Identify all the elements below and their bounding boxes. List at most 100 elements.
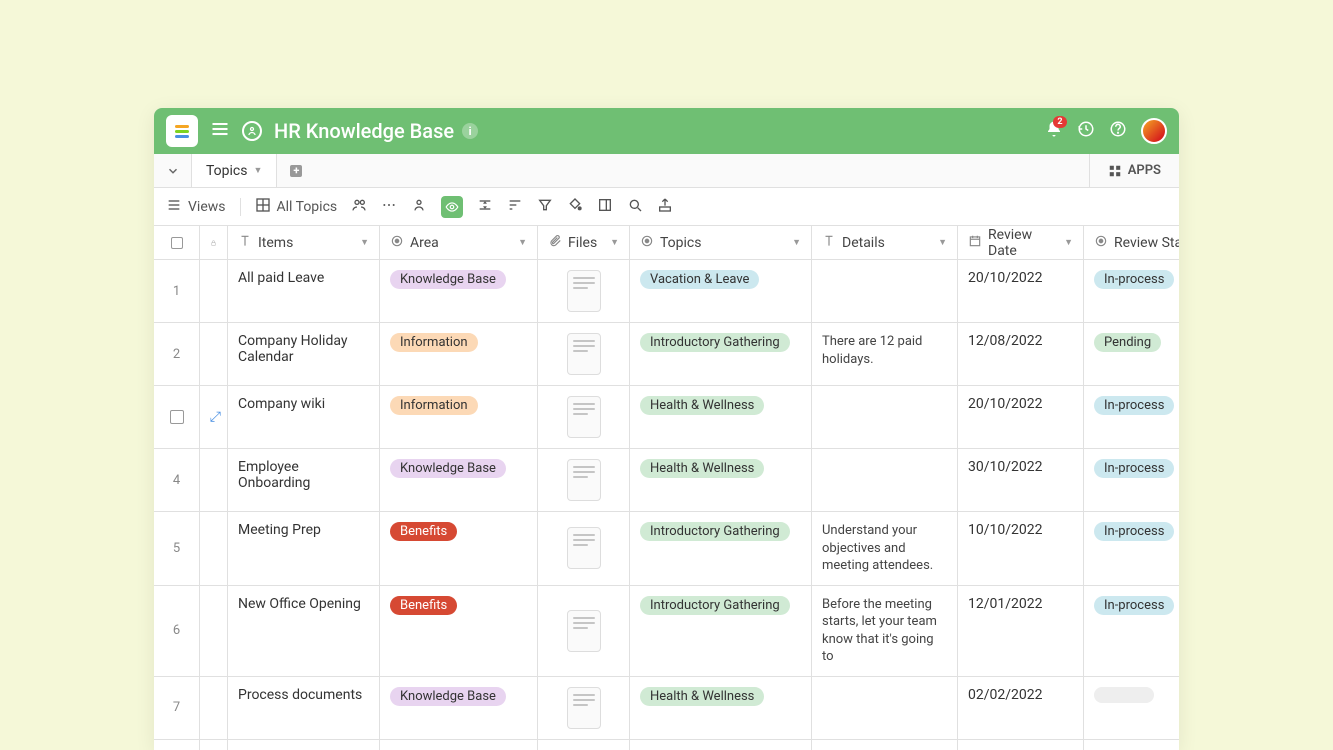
details-cell[interactable]: 30 % recruiting process from [812, 740, 958, 750]
date-cell[interactable]: 10/10/2022 [958, 512, 1084, 585]
col-files[interactable]: Files▼ [538, 226, 630, 259]
status-cell[interactable]: In-process [1084, 260, 1179, 322]
panel-icon[interactable] [597, 197, 613, 217]
apps-button[interactable]: APPS [1089, 154, 1179, 187]
item-cell[interactable]: Meeting Prep [228, 512, 380, 585]
table-row[interactable]: 6New Office OpeningBenefitsIntroductory … [154, 586, 1179, 677]
app-logo[interactable] [166, 115, 198, 147]
export-icon[interactable] [657, 197, 673, 217]
all-topics-view[interactable]: All Topics [255, 197, 338, 217]
status-cell[interactable] [1084, 677, 1179, 739]
filter-icon[interactable] [537, 197, 553, 217]
item-cell[interactable]: Company Holiday Calendar [228, 323, 380, 385]
files-cell[interactable] [538, 449, 630, 511]
col-topics[interactable]: Topics▼ [630, 226, 812, 259]
status-cell[interactable]: Requires App [1084, 740, 1179, 750]
area-cell[interactable]: Information [380, 323, 538, 385]
status-cell[interactable]: In-process [1084, 386, 1179, 448]
add-tab-button[interactable]: + [277, 154, 315, 187]
area-cell[interactable]: Benefits [380, 586, 538, 676]
item-cell[interactable]: Q1 hiring plan [228, 740, 380, 750]
files-cell[interactable] [538, 386, 630, 448]
table-row[interactable]: 8Q1 hiring planKnowledge BaseIntroductor… [154, 740, 1179, 750]
details-cell[interactable] [812, 677, 958, 739]
collaborators-icon[interactable] [411, 197, 427, 217]
details-cell[interactable] [812, 386, 958, 448]
notification-bell-icon[interactable]: 2 [1045, 120, 1063, 142]
row-checkbox[interactable] [170, 410, 184, 424]
status-cell[interactable]: Pending [1084, 323, 1179, 385]
date-cell[interactable]: 20/10/2022 [958, 386, 1084, 448]
item-cell[interactable]: All paid Leave [228, 260, 380, 322]
date-cell[interactable]: 20/10/2022 [958, 260, 1084, 322]
user-avatar[interactable] [1141, 118, 1167, 144]
topics-cell[interactable]: Health & Wellness [630, 677, 812, 739]
details-cell[interactable]: Understand your objectives and meeting a… [812, 512, 958, 585]
col-details[interactable]: Details▼ [812, 226, 958, 259]
table-row[interactable]: 1All paid LeaveKnowledge BaseVacation & … [154, 260, 1179, 323]
tab-topics[interactable]: Topics ▼ [192, 154, 277, 187]
details-cell[interactable]: Before the meeting starts, let your team… [812, 586, 958, 676]
status-cell[interactable]: In-process [1084, 449, 1179, 511]
share-users-icon[interactable] [351, 197, 367, 217]
details-cell[interactable]: There are 12 paid holidays. [812, 323, 958, 385]
status-cell[interactable]: In-process [1084, 512, 1179, 585]
topics-cell[interactable]: Vacation & Leave [630, 260, 812, 322]
files-cell[interactable] [538, 677, 630, 739]
table-row[interactable]: 7Process documentsKnowledge BaseHealth &… [154, 677, 1179, 740]
area-cell[interactable]: Information [380, 386, 538, 448]
row-height-icon[interactable] [477, 197, 493, 217]
date-cell[interactable]: 18/09/2019 [958, 740, 1084, 750]
area-cell[interactable]: Benefits [380, 512, 538, 585]
area-cell[interactable]: Knowledge Base [380, 449, 538, 511]
table-row[interactable]: 2Company Holiday CalendarInformationIntr… [154, 323, 1179, 386]
col-review-date[interactable]: Review Date▼ [958, 226, 1084, 259]
info-icon[interactable]: i [462, 123, 478, 139]
col-items[interactable]: Items▼ [228, 226, 380, 259]
topics-cell[interactable]: Health & Wellness [630, 449, 812, 511]
views-button[interactable]: Views [166, 197, 226, 217]
date-cell[interactable]: 12/08/2022 [958, 323, 1084, 385]
users-circle-icon[interactable] [242, 121, 262, 141]
col-area[interactable]: Area▼ [380, 226, 538, 259]
search-icon[interactable] [627, 197, 643, 217]
tabs-chevron-button[interactable] [154, 154, 192, 187]
help-icon[interactable] [1109, 120, 1127, 142]
topics-cell[interactable]: Introductory Gathering [630, 512, 812, 585]
topics-cell[interactable]: Introductory Gathering [630, 323, 812, 385]
visibility-toggle[interactable] [441, 196, 463, 218]
status-cell[interactable]: In-process [1084, 586, 1179, 676]
files-cell[interactable] [538, 512, 630, 585]
topics-cell[interactable]: Introductory Gathering [630, 586, 812, 676]
item-cell[interactable]: Employee Onboarding [228, 449, 380, 511]
files-cell[interactable] [538, 740, 630, 750]
area-cell[interactable]: Knowledge Base [380, 677, 538, 739]
notification-badge: 2 [1053, 116, 1067, 128]
col-checkbox[interactable] [154, 226, 200, 259]
topics-cell[interactable]: Introductory Gathering [630, 740, 812, 750]
item-cell[interactable]: New Office Opening [228, 586, 380, 676]
files-cell[interactable] [538, 586, 630, 676]
date-cell[interactable]: 02/02/2022 [958, 677, 1084, 739]
topics-cell[interactable]: Health & Wellness [630, 386, 812, 448]
item-cell[interactable]: Company wiki [228, 386, 380, 448]
date-cell[interactable]: 30/10/2022 [958, 449, 1084, 511]
color-fill-icon[interactable] [567, 197, 583, 217]
item-cell[interactable]: Process documents [228, 677, 380, 739]
area-cell[interactable]: Knowledge Base [380, 740, 538, 750]
table-row[interactable]: 4Employee OnboardingKnowledge BaseHealth… [154, 449, 1179, 512]
col-review-status[interactable]: Review Stat [1084, 226, 1179, 259]
table-row[interactable]: ⤢ Company wikiInformation Health & Wellnes… [154, 386, 1179, 449]
hamburger-icon[interactable] [210, 119, 230, 143]
sort-icon[interactable] [507, 197, 523, 217]
area-cell[interactable]: Knowledge Base [380, 260, 538, 322]
table-row[interactable]: 5Meeting PrepBenefitsIntroductory Gather… [154, 512, 1179, 586]
more-icon[interactable] [381, 197, 397, 217]
details-cell[interactable] [812, 260, 958, 322]
files-cell[interactable] [538, 323, 630, 385]
files-cell[interactable] [538, 260, 630, 322]
details-cell[interactable] [812, 449, 958, 511]
expand-icon[interactable]: ⤢ [210, 409, 221, 425]
date-cell[interactable]: 12/01/2022 [958, 586, 1084, 676]
history-icon[interactable] [1077, 120, 1095, 142]
